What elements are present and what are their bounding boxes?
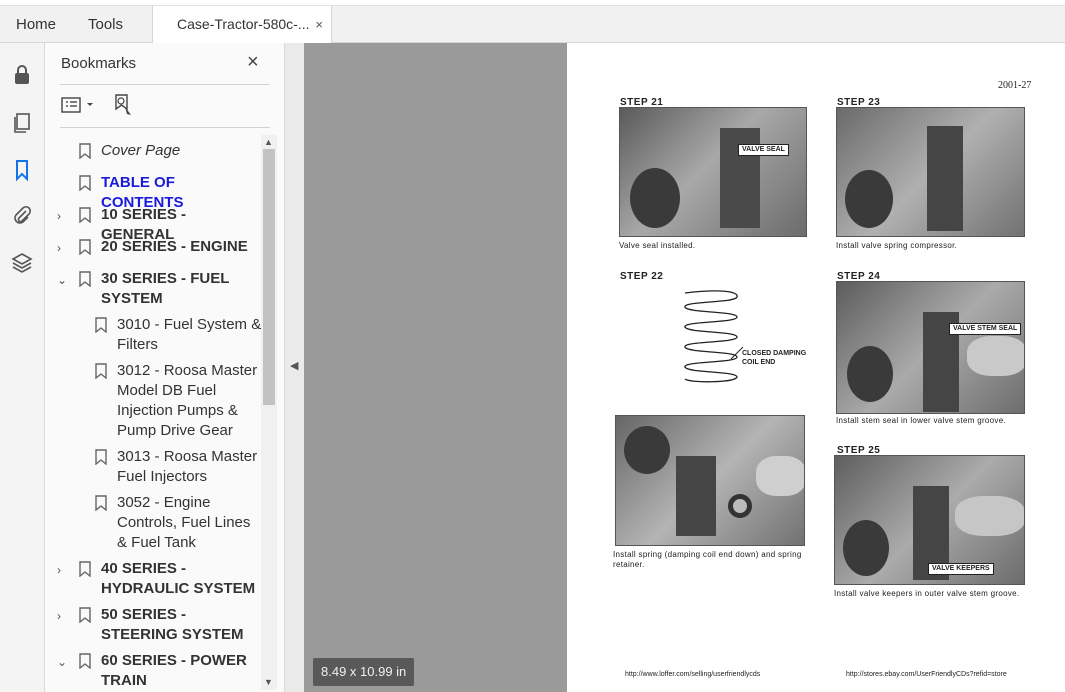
bookmark-icon — [79, 561, 91, 577]
bookmark-icon — [79, 653, 91, 669]
bookmarks-title: Bookmarks — [61, 55, 137, 72]
left-tool-rail — [0, 43, 45, 692]
bookmark-icon — [79, 175, 91, 191]
tab-tools[interactable]: Tools — [88, 6, 123, 43]
bookmark-label: 50 SERIES - STEERING SYSTEM — [101, 606, 244, 643]
spring-diagram — [684, 290, 738, 383]
layers-icon[interactable] — [10, 251, 34, 275]
step-21-photo: VALVE SEAL — [619, 107, 807, 237]
divider — [60, 84, 270, 85]
step-24-caption: Install stem seal in lower valve stem gr… — [836, 416, 1007, 425]
scroll-down-icon[interactable]: ▼ — [264, 677, 273, 687]
bookmark-icon — [79, 607, 91, 623]
bookmark-icon — [95, 449, 107, 465]
step-23-caption: Install valve spring compressor. — [836, 241, 958, 250]
bookmark-label: 3013 - Roosa Master Fuel Injectors — [117, 448, 258, 485]
coil-end-label: CLOSED DAMPING COIL END — [742, 350, 807, 366]
bookmark-panel-icon[interactable] — [10, 158, 34, 182]
bookmark-options-icon[interactable] — [61, 95, 97, 115]
bookmarks-scrollbar[interactable]: ▲ ▼ — [261, 135, 277, 690]
top-toolbar: Home Tools Case-Tractor-580c-... × — [0, 0, 1065, 43]
close-panel-icon[interactable]: × — [247, 51, 259, 74]
scroll-up-icon[interactable]: ▲ — [264, 137, 273, 147]
valve-stem-seal-callout: VALVE STEM SEAL — [949, 323, 1022, 335]
step-23-photo — [836, 107, 1025, 237]
valve-keepers-callout: VALVE KEEPERS — [928, 563, 994, 575]
collapse-icon[interactable]: ⌄ — [57, 652, 69, 672]
bookmark-list: Cover Page TABLE OF CONTENTS › 10 SERIES… — [45, 135, 261, 692]
bookmark-label: 3010 - Fuel System & Filters — [117, 316, 261, 353]
expand-icon[interactable]: › — [57, 238, 69, 258]
spring-install-photo — [615, 415, 805, 546]
collapse-arrow-icon[interactable]: ◀ — [290, 359, 298, 372]
footer-url-right[interactable]: http://stores.ebay.com/UserFriendlyCDs?r… — [846, 671, 1007, 678]
lock-icon[interactable] — [10, 63, 34, 87]
step-25-photo: VALVE KEEPERS — [834, 455, 1025, 585]
tab-document-label: Case-Tractor-580c-... — [177, 16, 310, 32]
bookmark-icon — [95, 317, 107, 333]
bookmark-label: 3052 - Engine Controls, Fuel Lines & Fue… — [117, 494, 251, 551]
step-25-caption: Install valve keepers in outer valve ste… — [834, 589, 1020, 598]
expand-icon[interactable]: › — [57, 206, 69, 226]
bookmark-icon — [79, 207, 91, 223]
bookmark-icon — [79, 271, 91, 287]
pages-icon[interactable] — [10, 111, 34, 135]
collapse-icon[interactable]: ⌄ — [57, 270, 69, 290]
bookmark-icon — [95, 495, 107, 511]
step-22-heading: STEP 22 — [620, 271, 664, 282]
bookmark-icon — [79, 143, 91, 159]
bookmark-label: 30 SERIES - FUEL SYSTEM — [101, 270, 230, 307]
spring-install-caption: Install spring (damping coil end down) a… — [613, 550, 802, 569]
tab-document[interactable]: Case-Tractor-580c-... × — [152, 6, 332, 43]
document-page: 2001-27 STEP 21 VALVE SEAL Valve seal in… — [567, 43, 1065, 692]
expand-icon[interactable]: › — [57, 606, 69, 626]
divider — [60, 127, 270, 128]
add-bookmark-icon[interactable] — [113, 93, 135, 117]
step-24-photo: VALVE STEM SEAL — [836, 281, 1025, 414]
bookmark-icon — [95, 363, 107, 379]
attachment-icon[interactable] — [10, 204, 34, 228]
scroll-thumb[interactable] — [263, 149, 275, 405]
bookmark-label: 60 SERIES - POWER TRAIN — [101, 652, 247, 689]
bookmark-label: 20 SERIES - ENGINE — [101, 238, 248, 255]
expand-icon[interactable]: › — [57, 560, 69, 580]
bookmarks-panel: Bookmarks × Cover Page TABLE OF CONTENTS… — [45, 43, 285, 692]
footer-url-left[interactable]: http://www.loffer.com/selling/userfriend… — [625, 671, 760, 678]
step-21-caption: Valve seal installed. — [619, 241, 696, 250]
bookmark-label: 40 SERIES - HYDRAULIC SYSTEM — [101, 560, 256, 597]
bookmark-label: Cover Page — [101, 142, 181, 159]
page-size-badge: 8.49 x 10.99 in — [313, 658, 415, 686]
bookmark-label: 3012 - Roosa Master Model DB Fuel Inject… — [117, 362, 258, 439]
tab-home[interactable]: Home — [16, 6, 56, 43]
valve-seal-callout: VALVE SEAL — [738, 144, 789, 156]
close-tab-icon[interactable]: × — [315, 6, 323, 43]
bookmark-icon — [79, 239, 91, 255]
page-number: 2001-27 — [998, 80, 1032, 91]
panel-collapse-bar[interactable]: ◀ — [285, 43, 304, 692]
document-viewer-gutter: 8.49 x 10.99 in — [304, 43, 567, 692]
